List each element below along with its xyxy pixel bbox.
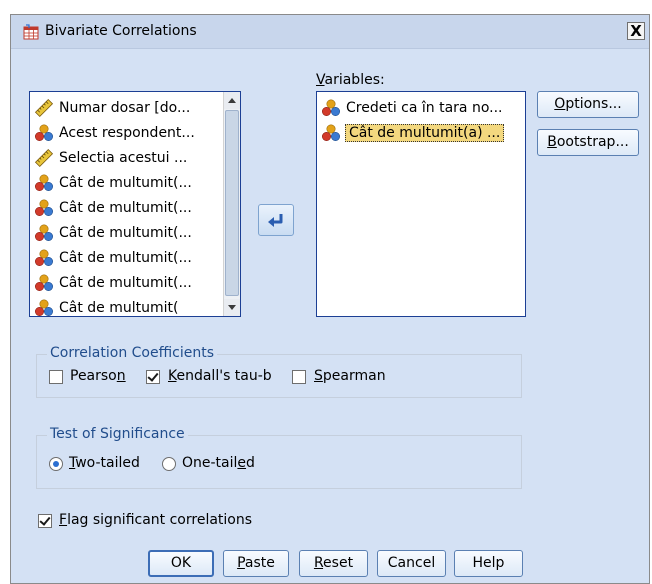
arrow-left-icon [268,214,283,227]
bivariate-correlations-dialog: Bivariate Correlations X Numar dosar [do… [10,14,650,584]
flag-significant-label[interactable]: Flag significant correlations [59,512,252,528]
one-tailed-radio[interactable] [162,457,176,471]
title-bar[interactable]: Bivariate Correlations X [11,15,649,49]
scroll-thumb[interactable] [225,110,239,296]
source-variable-item-label: Cât de multumit(... [59,225,192,241]
flag-significant-checkbox[interactable] [38,514,52,528]
correlation-coefficients-title: Correlation Coefficients [47,345,217,361]
bootstrap-button[interactable]: Bootstrap... [537,129,639,156]
selected-variable-item[interactable]: Credeti ca în tara no... [321,97,503,119]
source-variable-item[interactable]: Acest respondent... [34,122,195,144]
correlation-coefficients-group: Correlation Coefficients Pearson Kendall… [36,345,522,398]
variables-list[interactable]: Credeti ca în tara no... Cât de multumit(… [316,91,526,317]
scroll-up-arrow-icon [228,98,236,103]
kendall-tau-b-checkbox[interactable] [146,370,160,384]
source-variable-item-label: Cât de multumit( [59,300,179,316]
ruler-icon [34,148,54,168]
source-variable-item-label: Acest respondent... [59,125,195,141]
source-variable-item[interactable]: Cât de multumit(... [34,197,192,219]
source-variable-item[interactable]: Cât de multumit(... [34,172,192,194]
source-variable-item-label: Cât de multumit(... [59,175,192,191]
nominal-icon [34,173,54,193]
two-tailed-label[interactable]: Two-tailed [69,455,140,471]
window-title: Bivariate Correlations [45,23,197,39]
source-variable-item[interactable]: Selectia acestui ... [34,147,187,169]
paste-button[interactable]: Paste [223,550,289,577]
nominal-icon [34,273,54,293]
cancel-button[interactable]: Cancel [377,550,446,577]
spearman-label[interactable]: Spearman [314,368,386,384]
ok-button[interactable]: OK [148,550,214,577]
spearman-checkbox[interactable] [292,370,306,384]
nominal-icon [321,98,341,118]
source-variable-item-label: Selectia acestui ... [59,150,188,166]
close-button[interactable]: X [627,22,645,40]
help-button[interactable]: Help [454,550,523,577]
spss-dialog-icon [23,24,39,40]
reset-button[interactable]: Reset [299,550,368,577]
source-variable-item-label: Cât de multumit(... [59,200,192,216]
source-variable-item-label: Numar dosar [do... [59,100,191,116]
options-button[interactable]: Options... [537,91,639,118]
source-variable-item[interactable]: Cât de multumit(... [34,222,192,244]
selected-variable-item-label: Cât de multumit(a) ... [345,124,505,142]
one-tailed-label[interactable]: One-tailed [182,455,255,471]
dialog-body: Numar dosar [do... Acest respondent... Sel… [11,49,649,583]
scroll-down-arrow-icon [228,305,236,310]
test-of-significance-group: Test of Significance Two-tailed One-tail… [36,426,522,489]
ruler-icon [34,98,54,118]
two-tailed-radio[interactable] [49,457,63,471]
source-list-scrollbar[interactable] [223,92,240,316]
nominal-icon [34,298,54,317]
source-variable-item-label: Cât de multumit(... [59,250,192,266]
source-variable-item[interactable]: Cât de multumit(... [34,272,192,294]
source-variable-item[interactable]: Cât de multumit( [34,297,179,317]
selected-variable-item[interactable]: Cât de multumit(a) ... [321,122,505,144]
nominal-icon [34,223,54,243]
variables-label: Variables: [316,72,385,88]
nominal-icon [34,198,54,218]
nominal-icon [34,123,54,143]
source-variable-item[interactable]: Cât de multumit(... [34,247,192,269]
nominal-icon [321,123,341,143]
pearson-checkbox[interactable] [49,370,63,384]
test-of-significance-title: Test of Significance [47,426,188,442]
scroll-up-button[interactable] [224,92,240,109]
source-variable-item-label: Cât de multumit(... [59,275,192,291]
pearson-label[interactable]: Pearson [70,368,126,384]
source-variable-item[interactable]: Numar dosar [do... [34,97,190,119]
kendall-tau-b-label[interactable]: Kendall's tau-b [168,368,272,384]
move-variable-button[interactable] [258,204,294,236]
source-variable-list[interactable]: Numar dosar [do... Acest respondent... Sel… [29,91,241,317]
scroll-down-button[interactable] [224,299,240,316]
selected-variable-item-label: Credeti ca în tara no... [346,100,503,116]
nominal-icon [34,248,54,268]
